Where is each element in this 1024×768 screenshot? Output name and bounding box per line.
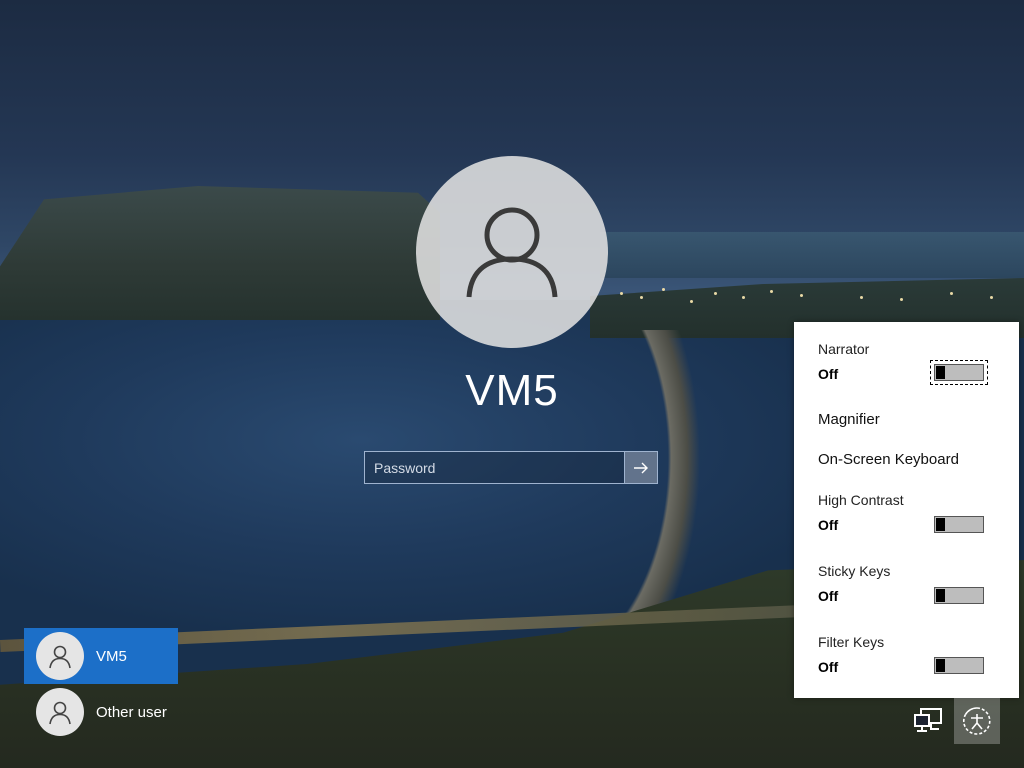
avatar xyxy=(36,688,84,736)
ease-of-access-button[interactable] xyxy=(954,698,1000,744)
user-list-label: VM5 xyxy=(96,647,127,665)
high-contrast-state: Off xyxy=(818,517,839,533)
user-avatar-large xyxy=(416,156,608,348)
magnifier-label[interactable]: Magnifier xyxy=(818,411,1019,428)
user-list-item-other-user[interactable]: Other user xyxy=(24,684,178,740)
password-input[interactable] xyxy=(365,452,624,483)
network-icon xyxy=(914,708,942,732)
user-icon xyxy=(49,701,71,725)
sticky-keys-setting: Sticky Keys Off xyxy=(818,563,1019,604)
high-contrast-setting: High Contrast Off xyxy=(818,492,1019,533)
ease-of-access-icon xyxy=(962,707,991,735)
filter-keys-setting: Filter Keys Off xyxy=(818,634,1019,675)
avatar xyxy=(36,632,84,680)
filter-keys-toggle[interactable] xyxy=(934,657,984,674)
filter-keys-label: Filter Keys xyxy=(818,634,885,650)
high-contrast-label: High Contrast xyxy=(818,492,904,508)
user-list-item-vm5[interactable]: VM5 xyxy=(24,628,178,684)
arrow-right-icon xyxy=(634,462,648,473)
narrator-toggle[interactable] xyxy=(930,360,988,385)
filter-keys-state: Off xyxy=(818,659,839,675)
onscreen-keyboard-setting[interactable]: On-Screen Keyboard xyxy=(818,451,1019,468)
narrator-label: Narrator xyxy=(818,341,870,357)
user-icon xyxy=(466,207,558,298)
sticky-keys-toggle[interactable] xyxy=(934,587,984,604)
magnifier-setting[interactable]: Magnifier xyxy=(818,411,1019,428)
password-field-container xyxy=(364,451,658,484)
background-horizon xyxy=(600,232,1024,278)
sticky-keys-label: Sticky Keys xyxy=(818,563,891,579)
high-contrast-toggle[interactable] xyxy=(934,516,984,533)
user-icon xyxy=(49,645,71,669)
submit-button[interactable] xyxy=(624,452,657,483)
onscreen-keyboard-label[interactable]: On-Screen Keyboard xyxy=(818,451,1019,468)
network-button[interactable] xyxy=(906,698,952,744)
user-list-label: Other user xyxy=(96,703,167,721)
sticky-keys-state: Off xyxy=(818,588,839,604)
background-cliff xyxy=(0,186,440,320)
narrator-setting: Narrator Off xyxy=(818,341,1019,382)
ease-of-access-flyout: Narrator Off Magnifier On-Screen Keyboar… xyxy=(794,322,1019,698)
narrator-state: Off xyxy=(818,366,839,382)
